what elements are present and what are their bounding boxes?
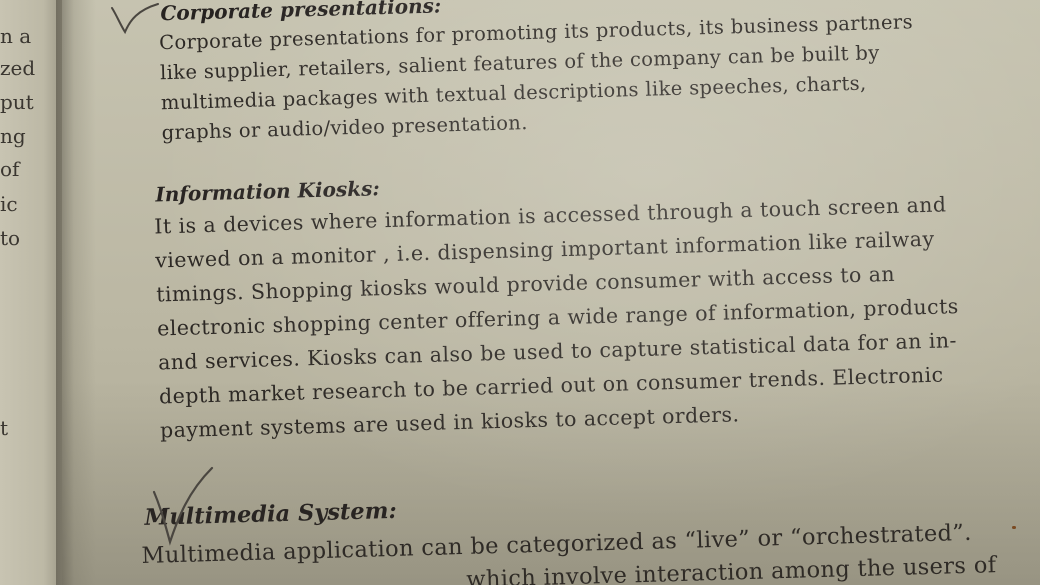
text-line: graphs or audio/video presentation. <box>161 111 529 145</box>
margin-fragment: ng <box>0 124 26 148</box>
left-page-edge: n a zed put ng of ic to t <box>0 0 62 585</box>
margin-fragment: t <box>0 416 9 440</box>
ink-dot <box>1012 526 1016 529</box>
section-heading: Corporate presentations: <box>160 0 442 26</box>
book-gutter <box>56 0 96 585</box>
section-heading: Multimedia System: <box>144 497 398 531</box>
margin-fragment: n a <box>0 24 32 48</box>
section-heading: Information Kiosks: <box>155 176 380 207</box>
right-page: Corporate presentations: Corporate prese… <box>62 0 1040 585</box>
margin-fragment: of <box>0 157 20 181</box>
page-text: Corporate presentations: Corporate prese… <box>62 0 1040 585</box>
margin-fragment: put <box>0 90 34 114</box>
text-line: payment systems are used in kiosks to ac… <box>159 402 740 443</box>
margin-fragment: zed <box>0 56 36 80</box>
margin-fragment: to <box>0 226 21 250</box>
margin-fragment: ic <box>0 192 18 216</box>
